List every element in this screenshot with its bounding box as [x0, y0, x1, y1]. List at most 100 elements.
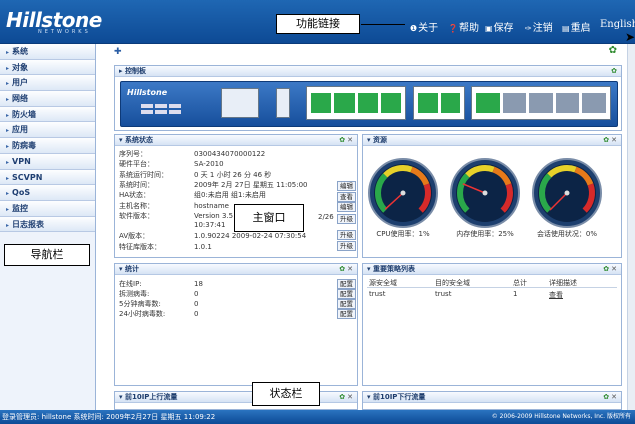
- gauge-label: 内存使用率：25%: [456, 229, 514, 238]
- arrow-icon: ▸: [6, 96, 10, 104]
- callout-status: 状态栏: [252, 382, 320, 406]
- sidebar-item-6[interactable]: ▸ 防病毒: [0, 138, 95, 154]
- config-button[interactable]: 配置: [337, 309, 356, 319]
- mouse-cursor-icon: ➤: [625, 30, 635, 44]
- sysinfo-value: 1.0.1: [194, 242, 212, 251]
- refresh-icon[interactable]: ✿: [611, 66, 617, 77]
- top10-download-header: ▾ 前10IP下行流量 ✿ ✕: [363, 392, 621, 403]
- save-link[interactable]: ▣保存: [485, 19, 514, 34]
- stat-value: 18: [194, 280, 203, 288]
- sysinfo-key: 序列号：: [119, 150, 147, 158]
- edit-time-button[interactable]: 编辑: [337, 181, 356, 191]
- panel-controls[interactable]: ✿ ✕: [339, 392, 353, 403]
- statistics-header: ▾ 统计 ✿ ✕: [115, 264, 357, 275]
- sysinfo-value: 1.0.90224 2009-02-24 07:30:54: [194, 232, 307, 241]
- panel-controls[interactable]: ✿ ✕: [603, 264, 617, 275]
- sidebar-item-label: 监控: [12, 203, 29, 213]
- arrow-icon: ▸: [6, 221, 10, 229]
- sysinfo-value: 组0:未启用 组1:未启用: [194, 191, 266, 200]
- sidebar-item-9[interactable]: ▸ QoS: [0, 185, 95, 201]
- system-status-header: ▾ 系统状态 ✿ ✕: [115, 135, 357, 146]
- sidebar-item-10[interactable]: ▸ 监控: [0, 200, 95, 217]
- policy-cell: trust: [369, 290, 386, 298]
- panel-controls[interactable]: ✿ ✕: [339, 135, 353, 146]
- sysinfo-key: AV版本：: [119, 232, 150, 241]
- sidebar-item-11[interactable]: ▸ 日志报表: [0, 216, 95, 233]
- close-icon: ✕: [347, 136, 353, 144]
- help-label: 帮助: [458, 23, 479, 34]
- sidebar-item-5[interactable]: ▸ 应用: [0, 122, 95, 139]
- sysinfo-value: SA-2010: [194, 160, 224, 169]
- sidebar-item-1[interactable]: ▸ 对象: [0, 59, 95, 76]
- sysinfo-value: hostname: [194, 201, 229, 210]
- restart-link[interactable]: ▤重启: [562, 19, 591, 34]
- config-button[interactable]: 配置: [337, 299, 356, 309]
- stat-key: 拆测病毒:: [119, 290, 150, 298]
- sysinfo-value: 10:37:41: [194, 221, 226, 230]
- upgrade-signature-button[interactable]: 升级: [337, 241, 356, 251]
- status-login-info: 登录管理员: hillstone 系统时间: 2009年2月27日 星期五 11…: [2, 413, 216, 421]
- usb-port: [276, 88, 290, 118]
- view-ha-button[interactable]: 查看: [337, 192, 356, 202]
- panel-controls[interactable]: ✿ ✕: [603, 135, 617, 146]
- config-button[interactable]: 配置: [337, 279, 356, 289]
- save-icon: ▣: [485, 24, 493, 33]
- sidebar-item-0[interactable]: ▸ 系统: [0, 44, 95, 60]
- main-window: ✚ ✿ ▸ 控制板 ✿ Hillstone ▾ 系统状态 ✿ ✕ 序列号： 0300: [97, 44, 635, 410]
- sysinfo-row: 10:37:41: [119, 221, 225, 229]
- english-link[interactable]: English: [600, 19, 635, 30]
- sidebar-item-4[interactable]: ▸ 防火墙: [0, 106, 95, 123]
- statistics-title: 统计: [124, 265, 139, 273]
- help-link[interactable]: ❓帮助: [448, 19, 479, 34]
- panel-controls[interactable]: ✿ ✕: [603, 392, 617, 403]
- sysinfo-row: 主机名称： hostname: [119, 201, 229, 211]
- logout-label: 注销: [532, 23, 553, 34]
- upgrade-software-button[interactable]: 升级: [337, 214, 356, 224]
- sysinfo-key: 软件版本：: [119, 211, 154, 220]
- sysinfo-value: 0300434070000122: [194, 150, 266, 158]
- panel-controls[interactable]: ✿ ✕: [339, 264, 353, 275]
- sidebar-item-label: QoS: [12, 188, 31, 198]
- gauge-area: CPU使用率：1% 内存使用率：25% 会话使用状况：0%: [368, 158, 602, 238]
- edit-hostname-button[interactable]: 编辑: [337, 202, 356, 212]
- sidebar-item-7[interactable]: ▸ VPN: [0, 153, 95, 170]
- logout-link[interactable]: ✑注销: [525, 19, 553, 34]
- sysinfo-row: HA状态： 组0:未启用 组1:未启用: [119, 190, 266, 200]
- settings-icon[interactable]: ✿: [609, 45, 617, 56]
- port-group-1: [306, 86, 406, 120]
- sidebar-item-label: VPN: [12, 156, 31, 166]
- policy-cell: trust: [435, 290, 452, 298]
- logo-subtitle: NETWORKS: [38, 29, 91, 35]
- gauge-label: CPU使用率：1%: [376, 229, 430, 238]
- divider: [367, 287, 617, 288]
- sidebar-item-label: 对象: [12, 62, 29, 72]
- gauge: CPU使用率：1%: [368, 158, 438, 238]
- about-link[interactable]: ❶关于: [410, 19, 438, 34]
- system-status-title: 系统状态: [124, 136, 153, 144]
- vertical-scrollbar[interactable]: [627, 44, 635, 410]
- control-panel-header: ▸ 控制板 ✿: [115, 66, 621, 77]
- config-button[interactable]: 配置: [337, 289, 356, 299]
- sysinfo-value: Version 3.5: [194, 211, 234, 220]
- sysinfo-value: 2009年 2月 27日 星期五 11:05:00: [194, 180, 308, 189]
- upgrade-av-button[interactable]: 升级: [337, 230, 356, 240]
- info-icon: ❶: [410, 24, 418, 33]
- sidebar-item-2[interactable]: ▸ 用户: [0, 75, 95, 92]
- sysinfo-row: 硬件平台： SA-2010: [119, 159, 224, 169]
- key-icon: ✑: [525, 24, 532, 33]
- save-label: 保存: [493, 23, 514, 34]
- sysinfo-key: 特征库版本：: [119, 242, 161, 251]
- resources-title: 资源: [372, 136, 387, 144]
- console-ports: [221, 88, 259, 118]
- top10-download-title: 前10IP下行流量: [372, 393, 426, 401]
- sysinfo-key: 系统时间：: [119, 180, 154, 189]
- top10-upload-title: 前10IP上行流量: [124, 393, 178, 401]
- sidebar-item-3[interactable]: ▸ 网络: [0, 91, 95, 107]
- stat-row: 5分钟病毒数: 0: [119, 299, 198, 309]
- policy-detail-link[interactable]: 查看: [549, 290, 563, 300]
- add-icon[interactable]: ✚: [114, 47, 122, 57]
- about-label: 关于: [418, 23, 439, 34]
- sidebar-item-8[interactable]: ▸ SCVPN: [0, 169, 95, 186]
- callout-line: [361, 24, 405, 25]
- sysinfo-row: 特征库版本： 1.0.1: [119, 242, 212, 252]
